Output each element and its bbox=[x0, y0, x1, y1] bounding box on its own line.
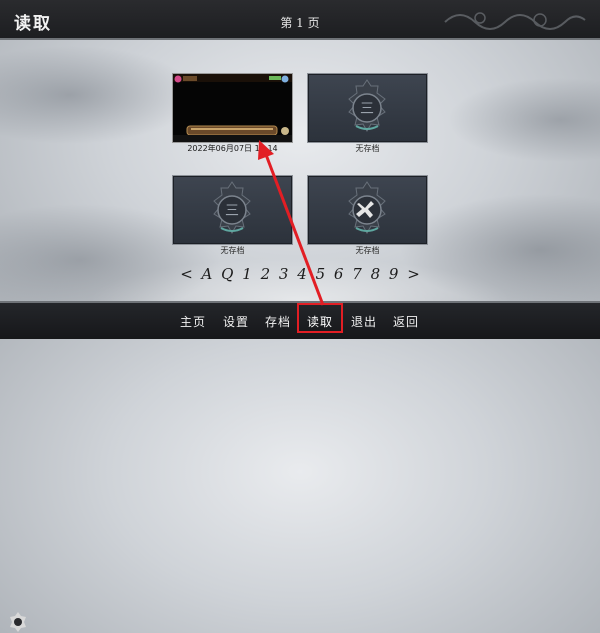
clan-emblem-three-icon: 三 bbox=[213, 181, 251, 235]
page-button-5[interactable]: 5 bbox=[316, 265, 326, 283]
svg-text:三: 三 bbox=[225, 203, 239, 219]
save-slot-timestamp: 2022年06月07日 15:14 bbox=[187, 144, 278, 153]
save-slot-3[interactable]: 三 无存档 bbox=[172, 175, 293, 255]
load-menu-highlight-box bbox=[297, 303, 343, 333]
next-page-button[interactable]: > bbox=[407, 265, 420, 283]
save-slot-1[interactable]: 2022年06月07日 15:14 bbox=[172, 73, 293, 153]
clan-emblem-cross-icon bbox=[348, 181, 386, 235]
prev-page-button[interactable]: < bbox=[180, 265, 193, 283]
quick-save-page-button[interactable]: Q bbox=[221, 265, 233, 283]
menu-save[interactable]: 存档 bbox=[265, 313, 291, 330]
empty-slot-label: 无存档 bbox=[355, 246, 380, 255]
empty-slot-label: 无存档 bbox=[355, 144, 380, 153]
svg-text:三: 三 bbox=[360, 101, 374, 117]
page-button-7[interactable]: 7 bbox=[352, 265, 362, 283]
menu-exit[interactable]: 退出 bbox=[351, 313, 377, 330]
menu-back[interactable]: 返回 bbox=[393, 313, 419, 330]
auto-save-page-button[interactable]: A bbox=[202, 265, 213, 283]
background-mist bbox=[0, 0, 600, 337]
cloud-ornament-icon bbox=[444, 12, 586, 30]
page-button-9[interactable]: 9 bbox=[389, 265, 399, 283]
save-slot-2[interactable]: 三 无存档 bbox=[307, 73, 428, 153]
menu-settings[interactable]: 设置 bbox=[223, 313, 249, 330]
header-bar: 读取 第 1 页 bbox=[0, 0, 600, 40]
clan-emblem-three-icon: 三 bbox=[348, 79, 386, 133]
save-thumbnail bbox=[173, 74, 292, 142]
menu-home[interactable]: 主页 bbox=[180, 313, 206, 330]
page-button-8[interactable]: 8 bbox=[371, 265, 381, 283]
empty-slot-label: 无存档 bbox=[220, 246, 245, 255]
save-slot-4[interactable]: 无存档 bbox=[307, 175, 428, 255]
page-button-3[interactable]: 3 bbox=[279, 265, 289, 283]
page-button-1[interactable]: 1 bbox=[242, 265, 252, 283]
page-button-4[interactable]: 4 bbox=[297, 265, 307, 283]
annotation-arrow-icon bbox=[258, 140, 325, 306]
game-logo-icon bbox=[10, 612, 26, 632]
page-button-6[interactable]: 6 bbox=[334, 265, 344, 283]
page-button-2[interactable]: 2 bbox=[261, 265, 271, 283]
page-selector: < A Q 1 2 3 4 5 6 7 8 9 > bbox=[0, 265, 600, 283]
